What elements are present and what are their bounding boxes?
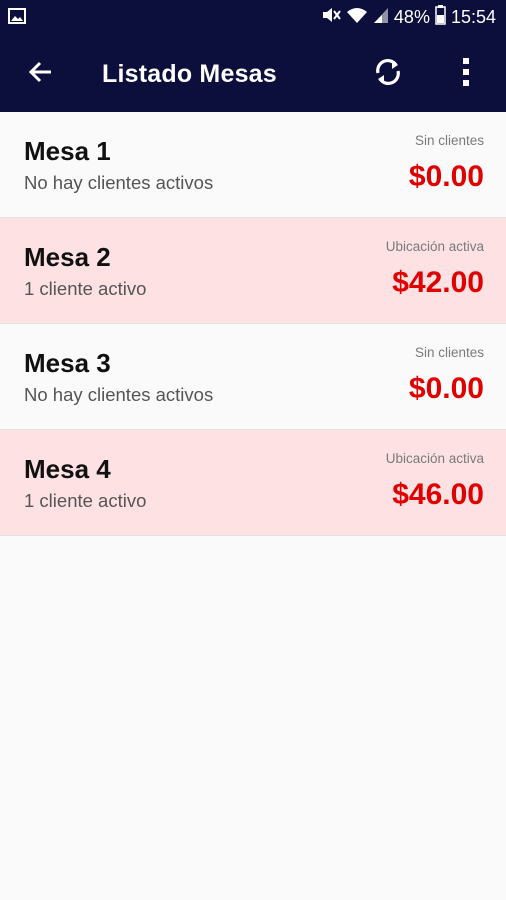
back-button[interactable] [20,54,60,94]
table-status: Sin clientes [414,345,484,360]
table-name: Mesa 3 [24,348,111,378]
table-row[interactable]: Mesa 2 1 cliente activo Ubicación activa… [0,218,506,324]
app-bar: Listado Mesas [0,34,506,112]
tables-list: Mesa 1 No hay clientes activos Sin clien… [0,112,506,536]
battery-icon [435,4,446,30]
table-status: Sin clientes [414,133,484,148]
table-row[interactable]: Mesa 1 No hay clientes activos Sin clien… [0,112,506,218]
gallery-icon [8,8,26,29]
table-amount: $0.00 [408,160,484,193]
table-name: Mesa 2 [24,242,111,272]
table-clients-text: 1 cliente activo [24,278,147,299]
status-bar: 48% 15:54 [0,0,506,34]
wifi-icon [346,6,368,29]
table-clients-text: No hay clientes activos [24,384,214,405]
table-row[interactable]: Mesa 3 No hay clientes activos Sin clien… [0,324,506,430]
table-amount: $0.00 [408,372,484,405]
table-clients-text: 1 cliente activo [24,490,147,511]
battery-text: 48% [393,6,430,27]
page-title: Listado Mesas [102,60,277,88]
clock-text: 15:54 [450,6,496,27]
table-amount: $46.00 [392,478,484,511]
signal-icon [373,6,389,29]
table-amount: $42.00 [392,266,484,299]
more-options-button[interactable] [450,52,482,96]
mute-icon [321,6,341,29]
table-row[interactable]: Mesa 4 1 cliente activo Ubicación activa… [0,430,506,536]
table-clients-text: No hay clientes activos [24,172,214,193]
table-name: Mesa 1 [24,136,111,166]
refresh-button[interactable] [366,52,410,96]
table-status: Ubicación activa [385,239,484,254]
more-vert-icon [462,57,470,92]
back-arrow-icon [27,59,53,90]
refresh-icon [371,55,405,94]
table-status: Ubicación activa [385,451,484,466]
table-name: Mesa 4 [24,454,111,484]
